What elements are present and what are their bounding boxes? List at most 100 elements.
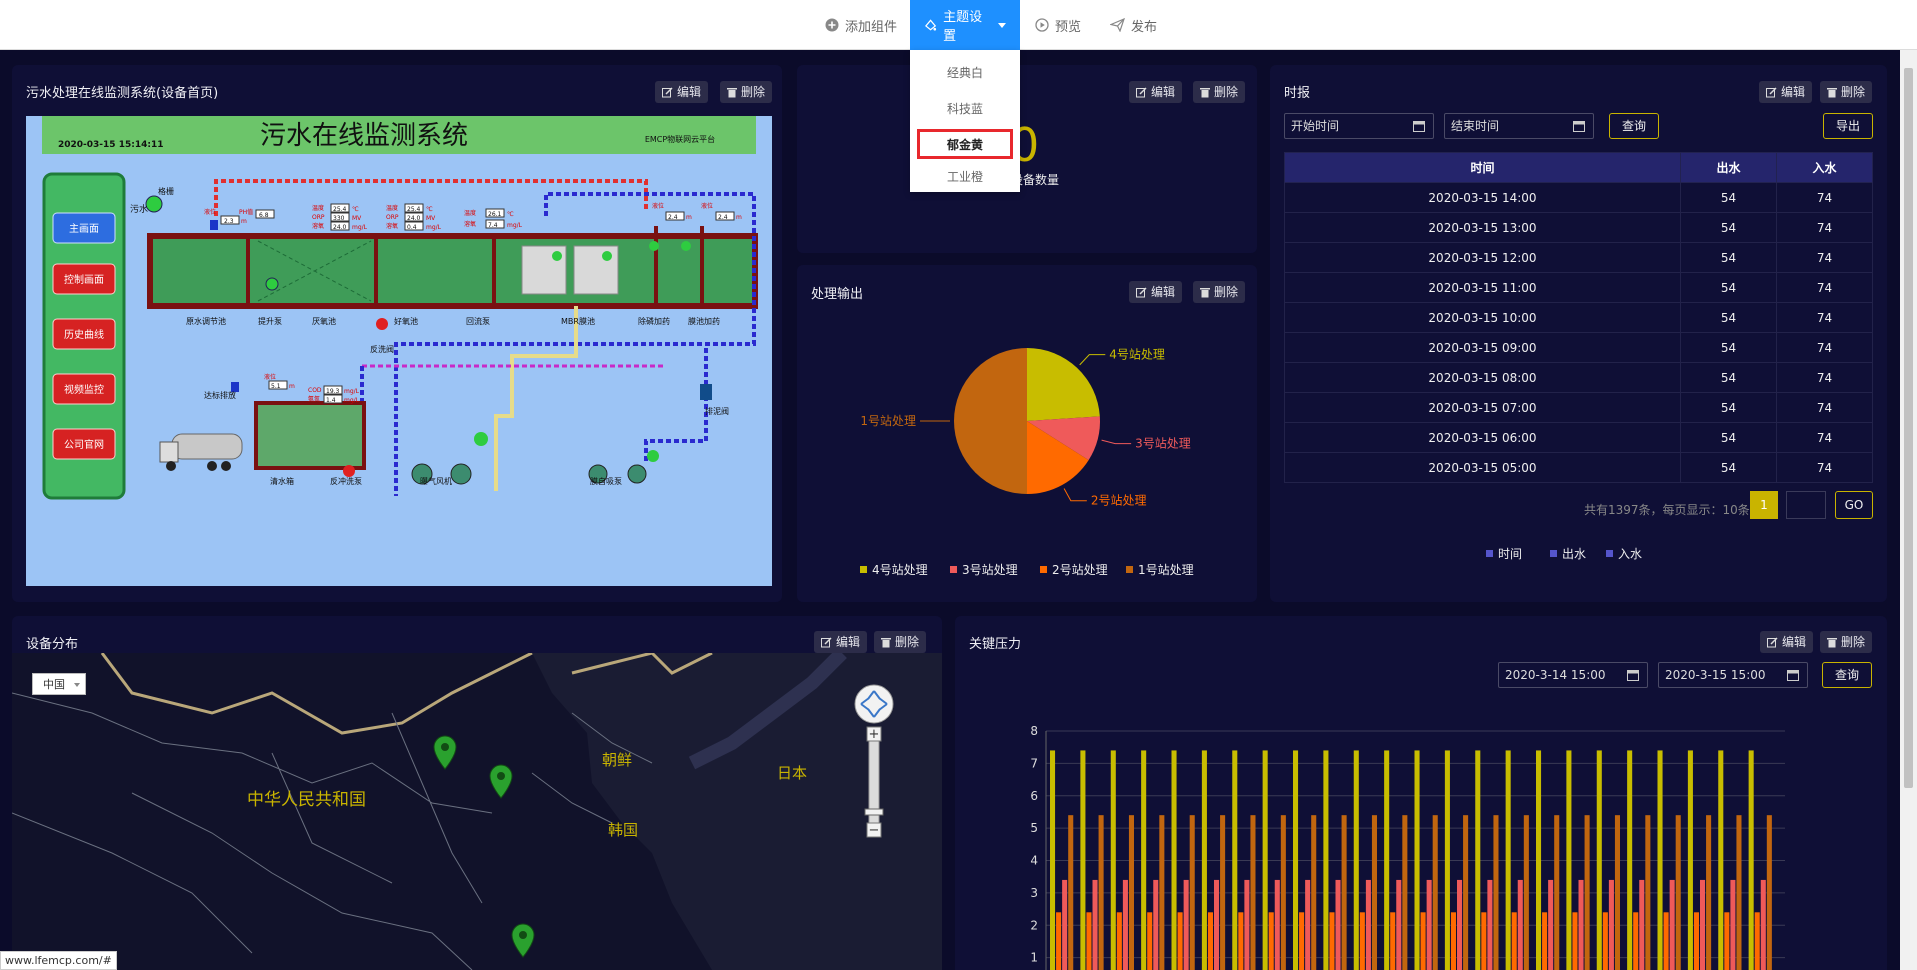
map-zoom-handle[interactable] [864,808,884,816]
start-time-input[interactable]: 开始时间 [1284,113,1434,139]
pressure-bar[interactable] [1128,815,1134,970]
pressure-bar[interactable] [1639,879,1645,970]
pressure-bar[interactable] [1092,879,1098,970]
edit-button[interactable]: 编辑 [655,81,709,103]
pressure-bar[interactable] [1566,750,1572,970]
pressure-bar[interactable] [1760,879,1766,970]
column-header-outflow[interactable]: 出水 [1680,152,1777,183]
pressure-bar[interactable] [1724,912,1730,970]
pressure-bar[interactable] [1633,912,1639,970]
pressure-bar[interactable] [1384,750,1390,970]
pressure-bar[interactable] [1687,750,1693,970]
map-pan-control[interactable] [854,684,894,724]
delete-button[interactable]: 删除 [1193,81,1246,103]
pressure-bar[interactable] [1244,879,1250,970]
pressure-bar[interactable] [1086,912,1092,970]
pressure-bar[interactable] [1505,750,1511,970]
pressure-bar[interactable] [1262,750,1268,970]
pressure-bar[interactable] [1341,815,1347,970]
theme-option-classic-white[interactable]: 经典白 [910,64,1020,81]
scada-menu-video[interactable]: 视频监控 [52,373,116,405]
query-button[interactable]: 查询 [1609,113,1659,139]
pressure-bar[interactable] [1353,750,1359,970]
pressure-bar[interactable] [1542,912,1548,970]
preview-button[interactable]: 预览 [1035,0,1081,50]
pressure-bar[interactable] [1220,815,1226,970]
delete-button[interactable]: 删除 [874,631,927,653]
legend-item[interactable]: 2号站处理 [1040,561,1108,578]
pressure-bar[interactable] [1293,750,1299,970]
pressure-bar[interactable] [1517,879,1523,970]
delete-button[interactable]: 删除 [720,81,773,103]
pressure-bar[interactable] [1414,750,1420,970]
pressure-bar[interactable] [1329,912,1335,970]
pressure-bar[interactable] [1141,750,1147,970]
pressure-bar[interactable] [1718,750,1724,970]
pressure-bar[interactable] [1050,750,1056,970]
pressure-bar[interactable] [1736,815,1742,970]
pressure-bar[interactable] [1627,750,1633,970]
pressure-bar[interactable] [1189,815,1195,970]
pressure-bar[interactable] [1280,815,1286,970]
pressure-bar[interactable] [1554,815,1560,970]
map-zoom-slider[interactable] [868,730,880,832]
pressure-bar[interactable] [1706,815,1712,970]
pressure-bar[interactable] [1335,879,1341,970]
page-number-input[interactable] [1786,491,1826,519]
pressure-bar[interactable] [1748,750,1754,970]
pressure-bar[interactable] [1250,815,1256,970]
edit-button[interactable]: 编辑 [814,631,868,653]
pressure-bar[interactable] [1274,879,1280,970]
pressure-bar[interactable] [1159,815,1165,970]
pressure-bar[interactable] [1493,815,1499,970]
pie-slice[interactable] [1027,348,1100,421]
go-button[interactable]: GO [1835,491,1873,519]
edit-button[interactable]: 编辑 [1129,81,1183,103]
pressure-bar[interactable] [1311,815,1317,970]
pressure-bar[interactable] [1572,912,1578,970]
pressure-bar[interactable] [1669,879,1675,970]
pressure-bar[interactable] [1062,879,1068,970]
pressure-bar[interactable] [1700,879,1706,970]
region-select[interactable]: 中国 [32,673,86,695]
pie-slice[interactable] [954,348,1027,494]
pressure-bar[interactable] [1663,912,1669,970]
pressure-bar[interactable] [1359,912,1365,970]
pressure-bar[interactable] [1450,912,1456,970]
pressure-bar[interactable] [1396,879,1402,970]
legend-item[interactable]: 入水 [1606,545,1642,562]
pressure-bar[interactable] [1657,750,1663,970]
scrollbar-thumb[interactable] [1904,68,1913,788]
theme-settings-button[interactable]: 主题设置 [910,0,1020,50]
pressure-bar[interactable] [1766,815,1772,970]
edit-button[interactable]: 编辑 [1759,81,1813,103]
pressure-bar[interactable] [1463,815,1469,970]
pressure-bar[interactable] [1171,750,1177,970]
pressure-bar[interactable] [1207,912,1213,970]
pressure-bar[interactable] [1548,879,1554,970]
pressure-bar[interactable] [1426,879,1432,970]
pressure-bar[interactable] [1371,815,1377,970]
pressure-bar[interactable] [1153,879,1159,970]
pressure-bar[interactable] [1420,912,1426,970]
publish-button[interactable]: 发布 [1110,0,1157,50]
pager-current-page[interactable]: 1 [1750,491,1778,519]
pressure-bar[interactable] [1116,912,1122,970]
column-header-time[interactable]: 时间 [1284,152,1681,183]
pressure-bar[interactable] [1390,912,1396,970]
pressure-bar[interactable] [1080,750,1086,970]
pressure-bar[interactable] [1645,815,1651,970]
pressure-bar[interactable] [1268,912,1274,970]
delete-button[interactable]: 删除 [1820,81,1873,103]
legend-item[interactable]: 1号站处理 [1126,561,1194,578]
pressure-bar[interactable] [1578,879,1584,970]
pressure-bar[interactable] [1614,815,1620,970]
scada-menu-control[interactable]: 控制画面 [52,263,116,295]
pressure-bar[interactable] [1536,750,1542,970]
legend-item[interactable]: 时间 [1486,545,1522,562]
pressure-bar[interactable] [1511,912,1517,970]
map-zoom-out-button[interactable]: − [866,822,882,838]
pressure-bar[interactable] [1730,879,1736,970]
pressure-bar[interactable] [1232,750,1238,970]
pressure-bar[interactable] [1675,815,1681,970]
